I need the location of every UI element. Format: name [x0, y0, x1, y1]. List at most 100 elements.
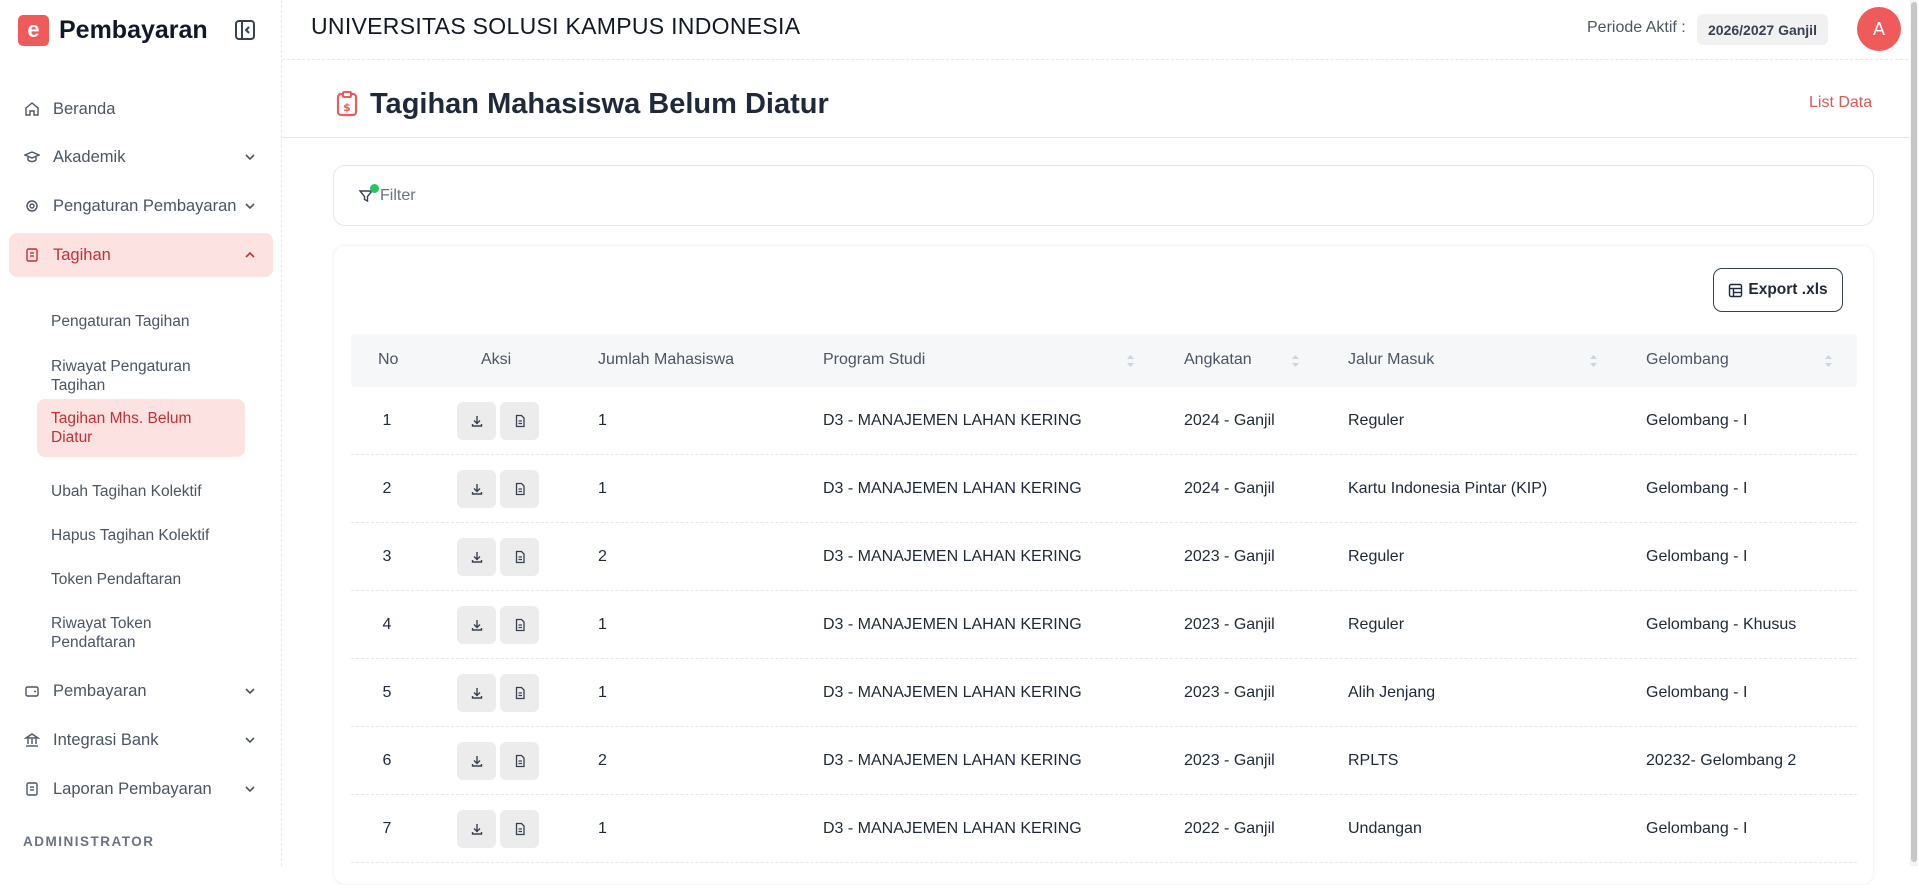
sidebar-item-tagihan[interactable]: Tagihan: [9, 233, 273, 277]
sidebar-subitem-tagihan-mhs-belum-diatur[interactable]: Tagihan Mhs. Belum Diatur: [37, 399, 245, 457]
export-label: Export .xls: [1748, 281, 1828, 298]
sidebar-item-integrasi-bank[interactable]: Integrasi Bank: [9, 718, 273, 762]
sidebar-item-label: Laporan Pembayaran: [53, 779, 212, 798]
sort-icon[interactable]: [1824, 353, 1833, 369]
invoice-dollar-icon: $: [336, 91, 358, 117]
cell-jalur-masuk: Reguler: [1348, 548, 1405, 565]
cell-no: 2: [382, 480, 392, 497]
th-jalur-masuk[interactable]: Jalur Masuk: [1348, 351, 1434, 369]
cell-program-studi: D3 - MANAJEMEN LAHAN KERING: [823, 548, 1082, 565]
page-title: Tagihan Mahasiswa Belum Diatur: [370, 88, 829, 120]
download-button[interactable]: [457, 538, 496, 576]
cell-no: 1: [382, 412, 392, 429]
sidebar-subitem-riwayat-pengaturan-tagihan[interactable]: Riwayat Pengaturan Tagihan: [37, 347, 245, 405]
cell-program-studi: D3 - MANAJEMEN LAHAN KERING: [823, 752, 1082, 769]
download-icon: [470, 482, 484, 496]
cell-jumlah-mahasiswa: 2: [598, 752, 607, 769]
sidebar-item-pembayaran[interactable]: Pembayaran: [9, 669, 273, 713]
sidebar-item-beranda[interactable]: Beranda: [9, 87, 273, 131]
sidebar-subitem-ubah-tagihan-kolektif[interactable]: Ubah Tagihan Kolektif: [37, 472, 245, 511]
cell-program-studi: D3 - MANAJEMEN LAHAN KERING: [823, 480, 1082, 497]
brand[interactable]: e Pembayaran: [18, 14, 208, 46]
cell-angkatan: 2023 - Ganjil: [1184, 548, 1275, 565]
sidebar-subitem-pengaturan-tagihan[interactable]: Pengaturan Tagihan: [37, 302, 245, 341]
detail-button[interactable]: [500, 538, 539, 576]
list-data-link[interactable]: List Data: [1809, 94, 1872, 112]
download-icon: [470, 686, 484, 700]
download-icon: [470, 754, 484, 768]
sort-icon[interactable]: [1589, 353, 1598, 369]
cell-gelombang: 20232- Gelombang 2: [1646, 752, 1797, 769]
sidebar-item-pengaturan-pembayaran[interactable]: Pengaturan Pembayaran: [9, 184, 273, 228]
filter-label: Filter: [380, 186, 416, 204]
sort-icon[interactable]: [1126, 353, 1135, 369]
cell-jumlah-mahasiswa: 1: [598, 820, 607, 837]
chevron-down-icon: [243, 684, 257, 698]
download-button[interactable]: [457, 402, 496, 440]
table-row: 5 1 D3 - MANAJEMEN LAHAN KERING 2023 - Ganj…: [351, 659, 1857, 727]
cell-angkatan: 2023 - Ganjil: [1184, 616, 1275, 633]
table-row: 4 1 D3 - MANAJEMEN LAHAN KERING 2023 - Ganj…: [351, 591, 1857, 659]
periode-badge[interactable]: 2026/2027 Ganjil: [1697, 14, 1828, 45]
chevron-down-icon: [243, 150, 257, 164]
graduation-cap-icon: [24, 149, 40, 165]
th-jumlah-mahasiswa: Jumlah Mahasiswa: [598, 351, 735, 368]
cell-jumlah-mahasiswa: 1: [598, 480, 607, 497]
chevron-up-icon: [243, 248, 257, 262]
download-button[interactable]: [457, 674, 496, 712]
download-button[interactable]: [457, 606, 496, 644]
detail-button[interactable]: [500, 742, 539, 780]
cell-program-studi: D3 - MANAJEMEN LAHAN KERING: [823, 820, 1082, 837]
download-button[interactable]: [457, 470, 496, 508]
cell-jumlah-mahasiswa: 1: [598, 684, 607, 701]
sidebar-subitem-hapus-tagihan-kolektif[interactable]: Hapus Tagihan Kolektif: [37, 516, 245, 555]
th-gelombang[interactable]: Gelombang: [1646, 351, 1729, 369]
svg-text:$: $: [343, 101, 351, 114]
avatar[interactable]: A: [1857, 7, 1901, 51]
sidebar-item-label: Pembayaran: [53, 681, 147, 700]
cell-no: 3: [382, 548, 392, 565]
download-button[interactable]: [457, 810, 496, 848]
sidebar-item-akademik[interactable]: Akademik: [9, 135, 273, 179]
th-program-studi[interactable]: Program Studi: [823, 351, 925, 369]
sidebar-item-label: Akademik: [53, 147, 126, 166]
sidebar-subitem-riwayat-token-pendaftaran[interactable]: Riwayat Token Pendaftaran: [37, 604, 245, 662]
cell-angkatan: 2023 - Ganjil: [1184, 684, 1275, 701]
cell-angkatan: 2023 - Ganjil: [1184, 752, 1275, 769]
table-row: 2 1 D3 - MANAJEMEN LAHAN KERING 2024 - Ganj…: [351, 455, 1857, 523]
detail-button[interactable]: [500, 606, 539, 644]
detail-button[interactable]: [500, 470, 539, 508]
detail-button[interactable]: [500, 402, 539, 440]
cell-program-studi: D3 - MANAJEMEN LAHAN KERING: [823, 412, 1082, 429]
cell-jumlah-mahasiswa: 2: [598, 548, 607, 565]
sidebar-item-laporan-pembayaran[interactable]: Laporan Pembayaran: [9, 767, 273, 811]
filter-panel[interactable]: Filter: [333, 165, 1874, 226]
table-row: 1 1 D3 - MANAJEMEN LAHAN KERING 2024 - Ganj…: [351, 387, 1857, 455]
cell-jalur-masuk: Alih Jenjang: [1348, 684, 1436, 701]
wallet-icon: [24, 683, 40, 699]
cell-jumlah-mahasiswa: 1: [598, 412, 607, 429]
download-icon: [470, 618, 484, 632]
sidebar-subitem-token-pendaftaran[interactable]: Token Pendaftaran: [37, 560, 245, 599]
chevron-down-icon: [243, 733, 257, 747]
detail-button[interactable]: [500, 674, 539, 712]
download-button[interactable]: [457, 742, 496, 780]
chevron-down-icon: [243, 199, 257, 213]
sidebar-collapse-icon[interactable]: [234, 19, 256, 41]
sidebar-item-label: Tagihan: [53, 245, 111, 264]
download-icon: [470, 414, 484, 428]
detail-button[interactable]: [500, 810, 539, 848]
download-icon: [470, 822, 484, 836]
bank-icon: [24, 732, 40, 748]
cell-angkatan: 2024 - Ganjil: [1184, 480, 1275, 497]
university-name: UNIVERSITAS SOLUSI KAMPUS INDONESIA: [311, 13, 801, 39]
th-angkatan[interactable]: Angkatan: [1184, 351, 1252, 369]
export-xls-button[interactable]: Export .xls: [1713, 268, 1843, 312]
cell-no: 6: [382, 752, 392, 769]
brand-name: Pembayaran: [59, 15, 208, 44]
cell-program-studi: D3 - MANAJEMEN LAHAN KERING: [823, 616, 1082, 633]
sidebar: e Pembayaran Beranda Akademik Pengaturan…: [0, 0, 282, 866]
scrollbar-thumb[interactable]: [1911, 2, 1917, 862]
sort-icon[interactable]: [1291, 353, 1300, 369]
brand-logo: e: [18, 14, 49, 46]
